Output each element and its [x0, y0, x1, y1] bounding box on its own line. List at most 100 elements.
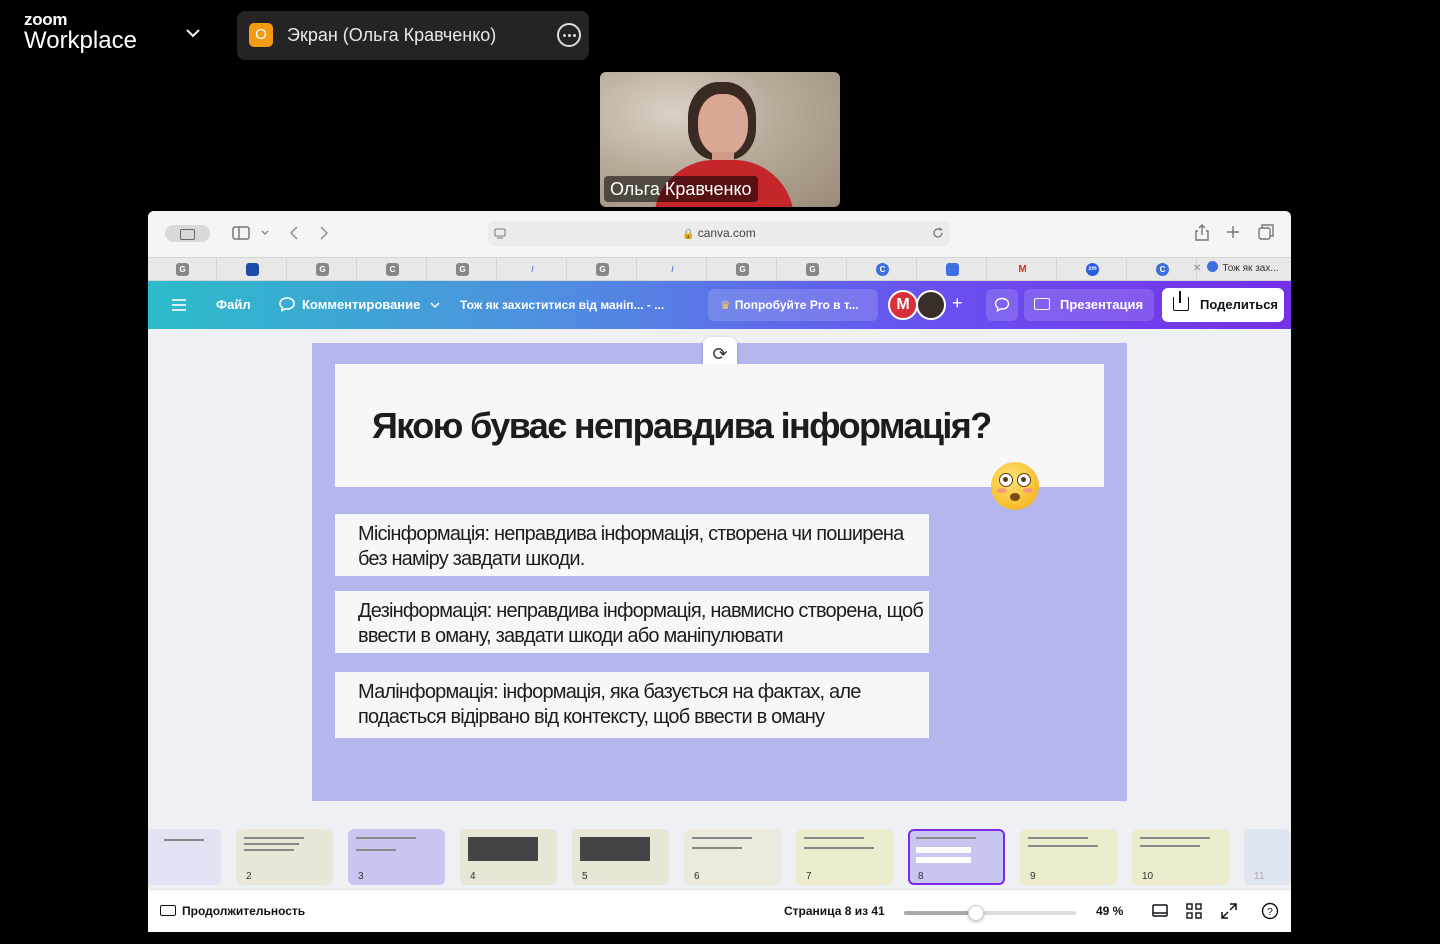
thumb-phones — [580, 837, 650, 861]
definition-box-misinformation[interactable]: Місінформація: неправдива інформація, ст… — [335, 514, 929, 576]
thumbnail-number: 6 — [694, 871, 700, 882]
comments-button[interactable] — [986, 289, 1018, 321]
thumb-line — [1140, 845, 1200, 847]
browser-tab[interactable]: / — [498, 258, 567, 280]
thumb-phones — [468, 837, 538, 861]
help-icon[interactable]: ? — [1261, 902, 1279, 920]
menu-icon[interactable] — [171, 298, 187, 312]
document-title[interactable]: Тож як захиститися від маніп... - ... — [460, 281, 664, 329]
sidebar-icon[interactable] — [232, 226, 250, 240]
google-icon: G — [176, 263, 189, 276]
browser-tab[interactable]: G — [708, 258, 777, 280]
browser-tab[interactable]: zm — [1058, 258, 1127, 280]
browser-tab[interactable]: G — [288, 258, 357, 280]
address-bar[interactable]: 🔒 canva.com — [488, 221, 950, 246]
google-icon: G — [736, 263, 749, 276]
add-collaborator-icon[interactable]: + — [952, 293, 963, 314]
page-thumbnail-selected[interactable]: 8 — [908, 829, 1005, 885]
participant-video[interactable]: Ольга Кравченко — [600, 72, 840, 207]
definition-box-malinformation[interactable]: Малінформація: інформація, яка базується… — [335, 672, 929, 738]
browser-tab[interactable]: G — [148, 258, 217, 280]
thumb-line — [244, 843, 299, 845]
user-avatar-m[interactable]: M — [888, 290, 918, 320]
active-browser-tab[interactable]: ✕ Тож як зах... — [1193, 258, 1291, 280]
thumb-line — [692, 847, 742, 849]
screen-share-indicator[interactable]: О Экран (Ольга Кравченко) — [237, 11, 589, 60]
page-thumbnail[interactable]: 7 — [796, 829, 893, 885]
browser-tab[interactable]: / — [638, 258, 707, 280]
browser-tab[interactable]: G — [568, 258, 637, 280]
close-tab-icon[interactable]: ✕ — [1193, 263, 1201, 274]
emoji-eye-right — [1017, 473, 1031, 487]
zoom-brand-big: Workplace — [24, 27, 137, 54]
upload-icon — [1173, 291, 1189, 311]
browser-tab[interactable]: C — [1128, 258, 1197, 280]
thumb-line — [804, 837, 864, 839]
thumbnail-number: 11 — [1254, 871, 1265, 882]
current-slide[interactable]: ⟳ Якою буває неправдива інформація? Місі… — [312, 337, 1127, 801]
chevron-down-icon[interactable] — [260, 229, 270, 237]
reload-icon[interactable] — [932, 227, 944, 239]
google-icon: G — [456, 263, 469, 276]
tab-bar: G G C G / G / G G C M zm C ✕ Тож як зах..… — [148, 257, 1291, 281]
user-avatar-photo[interactable] — [916, 290, 946, 320]
active-tab-title: Тож як зах... — [1222, 263, 1279, 274]
emoji-mouth — [1010, 493, 1020, 501]
browser-tab[interactable] — [918, 258, 987, 280]
flag-icon — [246, 263, 259, 276]
chevron-down-icon[interactable] — [184, 24, 202, 42]
file-menu[interactable]: Файл — [216, 281, 251, 329]
flushed-face-emoji — [991, 462, 1039, 510]
page-thumbnail[interactable]: 11 — [1244, 829, 1291, 885]
zoom-slider[interactable] — [904, 905, 1076, 921]
share-button[interactable]: Поделиться — [1162, 288, 1284, 322]
more-options-icon[interactable] — [557, 23, 581, 47]
emoji-cheek-right — [1023, 488, 1033, 493]
page-thumbnail[interactable]: 5 — [572, 829, 669, 885]
share-icon[interactable] — [1194, 224, 1210, 242]
commenting-mode[interactable]: Комментирование — [278, 281, 440, 329]
zoom-slider-handle[interactable] — [968, 905, 985, 921]
grid-view-icon[interactable] — [1185, 902, 1203, 920]
try-pro-button[interactable]: ♛ Попробуйте Pro в т... — [708, 289, 878, 321]
definition-text: Місінформація: неправдива інформація, ст… — [358, 523, 904, 570]
fullscreen-icon[interactable] — [1220, 902, 1238, 920]
definition-text: Малінформація: інформація, яка базується… — [358, 681, 861, 728]
zoom-level[interactable]: 49 % — [1096, 904, 1123, 918]
present-button[interactable]: Презентация — [1024, 289, 1154, 321]
definition-box-disinformation[interactable]: Дезінформація: неправдива інформація, на… — [335, 591, 929, 653]
new-tab-icon[interactable] — [1226, 225, 1240, 239]
page-thumbnail[interactable]: 10 — [1132, 829, 1229, 885]
page-thumbnails: 2 3 4 5 6 7 8 9 10 11 — [148, 825, 1291, 889]
browser-toolbar: 🔒 canva.com — [148, 211, 1291, 257]
page-thumbnail[interactable]: 2 — [236, 829, 333, 885]
back-arrow-icon[interactable] — [288, 225, 300, 241]
forward-arrow-icon[interactable] — [318, 225, 330, 241]
page-thumbnail[interactable]: 9 — [1020, 829, 1117, 885]
thumbnail-number: 10 — [1142, 871, 1154, 882]
page-menu-icon[interactable] — [494, 227, 506, 239]
zoom-slider-fill — [904, 911, 977, 915]
page-thumbnail[interactable]: 4 — [460, 829, 557, 885]
title-box[interactable]: Якою буває неправдива інформація? — [335, 364, 1104, 487]
page-thumbnail[interactable] — [148, 829, 221, 885]
browser-tab[interactable] — [218, 258, 287, 280]
thumb-line — [916, 847, 971, 853]
thumbnail-number: 4 — [470, 871, 476, 882]
browser-tab[interactable]: C — [848, 258, 917, 280]
browser-tab[interactable]: G — [778, 258, 847, 280]
sidebar-toggle-pill[interactable] — [165, 225, 210, 242]
present-label: Презентация — [1060, 297, 1144, 312]
browser-tab[interactable]: C — [358, 258, 427, 280]
tab-overview-icon[interactable] — [1258, 224, 1274, 240]
browser-tab[interactable]: M — [988, 258, 1057, 280]
page-thumbnail[interactable]: 3 — [348, 829, 445, 885]
duration-button[interactable]: Продолжительность — [160, 904, 305, 918]
page-thumbnail[interactable]: 6 — [684, 829, 781, 885]
definition-text: Дезінформація: неправдива інформація, на… — [358, 600, 924, 647]
pen-icon: / — [671, 265, 674, 274]
notes-icon[interactable] — [1151, 902, 1169, 920]
thumb-line — [1028, 837, 1088, 839]
google-icon: G — [596, 263, 609, 276]
browser-tab[interactable]: G — [428, 258, 497, 280]
